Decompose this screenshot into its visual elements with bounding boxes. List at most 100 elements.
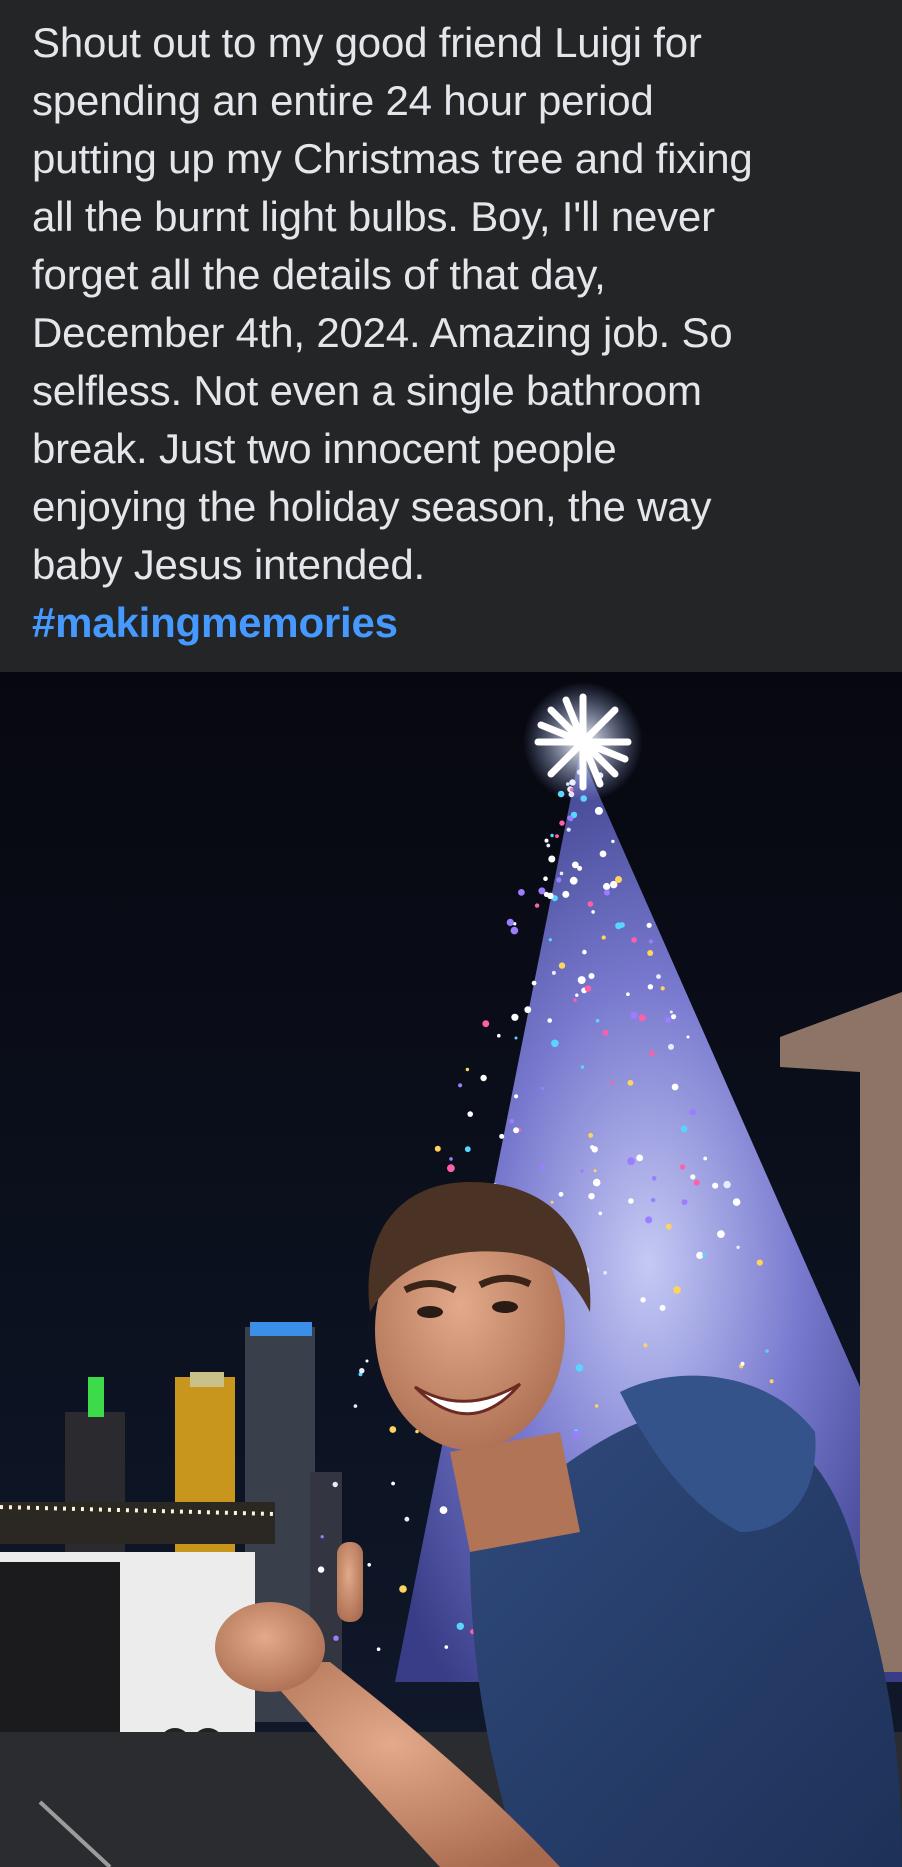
tree-light	[556, 877, 562, 883]
caption-line: baby Jesus intended.	[32, 541, 425, 588]
tree-light	[627, 1157, 635, 1166]
tree-light	[365, 1359, 369, 1363]
tree-light	[615, 922, 622, 930]
tree-light	[636, 1154, 644, 1162]
tree-light	[690, 1174, 696, 1180]
tree-light	[444, 1645, 449, 1649]
tree-light	[320, 1535, 324, 1539]
tree-light	[732, 1198, 741, 1206]
tree-light	[547, 892, 554, 899]
tree-light	[702, 1252, 707, 1258]
caption-line: Shout out to my good friend Luigi for	[32, 19, 702, 66]
tree-light	[376, 1647, 381, 1651]
tree-light	[660, 986, 665, 991]
hashtag-link[interactable]: #makingmemories	[32, 594, 882, 652]
tree-light	[447, 1164, 455, 1173]
tree-light	[482, 1020, 490, 1028]
tree-light	[671, 1083, 679, 1091]
tree-light	[717, 1230, 725, 1238]
caption-line: forget all the details of that day,	[32, 251, 606, 298]
tree-light	[439, 1506, 448, 1514]
tree-light	[465, 1067, 470, 1072]
caption-line: all the burnt light bulbs. Boy, I'll nev…	[32, 193, 715, 240]
tree-light	[598, 1211, 603, 1216]
tree-light	[588, 1193, 595, 1200]
tree-light	[555, 834, 559, 838]
tree-light	[458, 1083, 463, 1088]
tree-light	[665, 1016, 672, 1024]
tree-light	[509, 1119, 514, 1124]
tree-light	[499, 1133, 505, 1139]
tree-light	[575, 1364, 584, 1372]
caption-line: break. Just two innocent people	[32, 425, 617, 472]
tree-light	[680, 1164, 686, 1170]
tree-light	[590, 1145, 595, 1150]
tree-light	[580, 1065, 585, 1069]
tree-light	[588, 973, 595, 979]
tree-light	[559, 820, 565, 826]
tree-light	[668, 1043, 674, 1050]
tree-light	[456, 1622, 464, 1630]
caption-line: selfless. Not even a single bathroom	[32, 367, 702, 414]
tree-light	[769, 1379, 774, 1384]
tree-light	[591, 910, 595, 914]
post-photo[interactable]	[0, 672, 902, 1867]
tree-light	[548, 938, 552, 942]
tree-light	[611, 839, 615, 844]
tree-light	[539, 1164, 546, 1171]
tree-light	[550, 833, 554, 838]
tree-light	[651, 1176, 657, 1181]
tree-light	[665, 1223, 672, 1230]
tree-light	[599, 850, 607, 858]
tree-light	[511, 1013, 519, 1021]
tree-light	[736, 1245, 740, 1249]
tree-light	[627, 1079, 634, 1086]
tree-light	[562, 890, 570, 898]
tree-light	[367, 1563, 372, 1567]
tree-light	[572, 1430, 580, 1439]
tree-light	[689, 1108, 696, 1116]
tree-light	[571, 861, 579, 869]
tree-light	[630, 1011, 638, 1019]
tree-light	[615, 876, 622, 883]
tree-light	[514, 1094, 519, 1099]
photo-scene	[0, 672, 902, 1867]
tree-light	[404, 1516, 410, 1522]
tree-light	[580, 1169, 584, 1173]
tree-light	[659, 1304, 666, 1311]
tree-light	[538, 887, 546, 895]
tree-light	[646, 922, 652, 928]
tree-light	[353, 1404, 358, 1408]
tree-light	[686, 1035, 690, 1039]
tree-light	[631, 937, 637, 943]
tree-light	[604, 889, 610, 896]
tree-light	[680, 1125, 688, 1133]
post-caption: Shout out to my good friend Luigi for sp…	[32, 14, 882, 652]
tree-light	[628, 1198, 634, 1204]
tree-light	[592, 1178, 601, 1187]
tree-light	[464, 1146, 471, 1153]
tree-light	[603, 882, 611, 891]
tree-light	[559, 871, 564, 876]
tree-light	[551, 970, 556, 975]
tree-light	[506, 918, 514, 926]
tree-light	[573, 998, 577, 1002]
post-card: Shout out to my good friend Luigi for sp…	[0, 0, 902, 1867]
tree-light	[449, 1157, 453, 1161]
tree-light	[566, 827, 571, 832]
tree-light	[647, 984, 654, 990]
caption-line: spending an entire 24 hour period	[32, 77, 654, 124]
tree-light	[558, 962, 566, 969]
tree-light	[756, 1259, 763, 1266]
tree-light	[626, 992, 630, 996]
tree-light	[712, 1182, 719, 1189]
tree-light	[480, 1074, 487, 1082]
caption-line: enjoying the holiday season, the way	[32, 483, 712, 530]
tree-light	[610, 1080, 614, 1085]
tree-light	[399, 1585, 407, 1593]
tree-light	[582, 949, 587, 955]
tree-light	[643, 1343, 648, 1348]
tree-light	[669, 1010, 673, 1014]
tree-light	[467, 1111, 474, 1117]
tree-light	[588, 1133, 594, 1138]
